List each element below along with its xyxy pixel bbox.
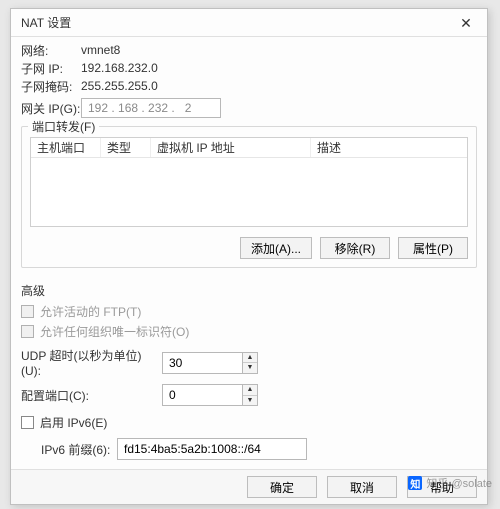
- th-type[interactable]: 类型: [101, 138, 151, 157]
- config-port-row: 配置端口(C): ▲ ▼: [21, 384, 477, 406]
- gateway-label: 网关 IP(G):: [21, 100, 81, 117]
- config-port-spinner[interactable]: ▲ ▼: [242, 384, 258, 406]
- dialog-title: NAT 设置: [21, 14, 451, 31]
- subnet-ip-label: 子网 IP:: [21, 60, 81, 77]
- config-port-label: 配置端口(C):: [21, 387, 156, 404]
- chevron-up-icon[interactable]: ▲: [243, 385, 257, 396]
- ok-button[interactable]: 确定: [247, 476, 317, 498]
- port-forward-buttons: 添加(A)... 移除(R) 属性(P): [30, 237, 468, 259]
- advanced-section: 高级 允许活动的 FTP(T) 允许任何组织唯一标识符(O) UDP 超时(以秒…: [21, 282, 477, 469]
- ipv6-prefix-row: IPv6 前缀(6):: [41, 438, 477, 460]
- subnet-mask-value: 255.255.255.0: [81, 79, 158, 93]
- udp-timeout-control: ▲ ▼: [162, 352, 258, 374]
- allow-any-oui-label: 允许任何组织唯一标识符(O): [40, 323, 189, 340]
- chevron-up-icon[interactable]: ▲: [243, 353, 257, 364]
- nat-settings-dialog: NAT 设置 ✕ 网络: vmnet8 子网 IP: 192.168.232.0…: [10, 8, 488, 505]
- chevron-down-icon[interactable]: ▼: [243, 396, 257, 406]
- network-value: vmnet8: [81, 43, 120, 57]
- gateway-input[interactable]: [81, 98, 221, 118]
- allow-active-ftp-label: 允许活动的 FTP(T): [40, 303, 141, 320]
- add-button[interactable]: 添加(A)...: [240, 237, 312, 259]
- port-forward-group-label: 端口转发(F): [28, 118, 99, 135]
- help-button[interactable]: 帮助: [407, 476, 477, 498]
- config-port-input[interactable]: [162, 384, 242, 406]
- udp-timeout-label: UDP 超时(以秒为单位)(U):: [21, 347, 156, 378]
- udp-timeout-row: UDP 超时(以秒为单位)(U): ▲ ▼: [21, 347, 477, 378]
- port-forward-table[interactable]: 主机端口 类型 虚拟机 IP 地址 描述: [30, 137, 468, 227]
- subnet-ip-row: 子网 IP: 192.168.232.0: [21, 59, 477, 77]
- ipv6-prefix-label: IPv6 前缀(6):: [41, 441, 111, 458]
- network-row: 网络: vmnet8: [21, 41, 477, 59]
- allow-any-oui-row: 允许任何组织唯一标识符(O): [21, 321, 477, 341]
- advanced-label: 高级: [21, 282, 477, 299]
- close-icon: ✕: [460, 16, 472, 30]
- close-button[interactable]: ✕: [451, 12, 481, 34]
- gateway-row: 网关 IP(G):: [21, 98, 477, 118]
- ipv6-prefix-input[interactable]: [117, 438, 307, 460]
- network-label: 网络:: [21, 42, 81, 59]
- enable-ipv6-checkbox[interactable]: [21, 416, 34, 429]
- th-desc[interactable]: 描述: [311, 138, 467, 157]
- config-port-control: ▲ ▼: [162, 384, 258, 406]
- udp-timeout-spinner[interactable]: ▲ ▼: [242, 352, 258, 374]
- chevron-down-icon[interactable]: ▼: [243, 363, 257, 373]
- allow-active-ftp-row: 允许活动的 FTP(T): [21, 301, 477, 321]
- subnet-ip-value: 192.168.232.0: [81, 61, 158, 75]
- th-host-port[interactable]: 主机端口: [31, 138, 101, 157]
- remove-button[interactable]: 移除(R): [320, 237, 390, 259]
- titlebar: NAT 设置 ✕: [11, 9, 487, 37]
- udp-timeout-input[interactable]: [162, 352, 242, 374]
- th-vm-ip[interactable]: 虚拟机 IP 地址: [151, 138, 311, 157]
- port-forward-group: 端口转发(F) 主机端口 类型 虚拟机 IP 地址 描述 添加(A)... 移除…: [21, 126, 477, 268]
- enable-ipv6-row: 启用 IPv6(E): [21, 412, 477, 432]
- dialog-footer: 确定 取消 帮助: [11, 469, 487, 504]
- table-header: 主机端口 类型 虚拟机 IP 地址 描述: [31, 138, 467, 158]
- cancel-button[interactable]: 取消: [327, 476, 397, 498]
- enable-ipv6-label: 启用 IPv6(E): [40, 414, 107, 431]
- properties-button[interactable]: 属性(P): [398, 237, 468, 259]
- subnet-mask-row: 子网掩码: 255.255.255.0: [21, 77, 477, 95]
- allow-active-ftp-checkbox[interactable]: [21, 305, 34, 318]
- dialog-body: 网络: vmnet8 子网 IP: 192.168.232.0 子网掩码: 25…: [11, 37, 487, 469]
- allow-any-oui-checkbox[interactable]: [21, 325, 34, 338]
- subnet-mask-label: 子网掩码:: [21, 78, 81, 95]
